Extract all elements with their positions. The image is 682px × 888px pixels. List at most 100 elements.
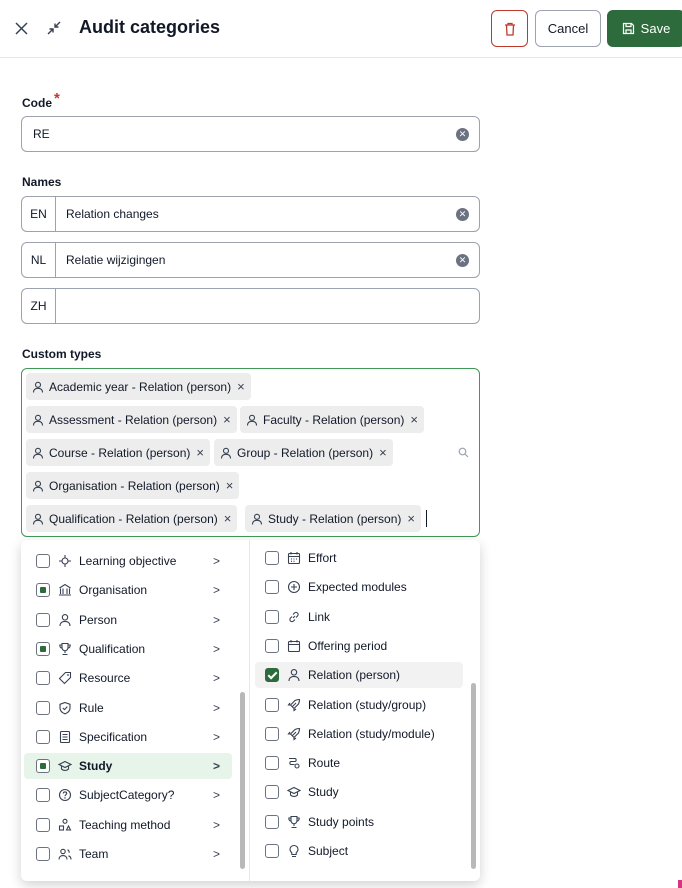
item-label: Offering period bbox=[308, 638, 388, 653]
entity-item[interactable]: Team > bbox=[24, 841, 232, 867]
type-chip: Organisation - Relation (person) × bbox=[26, 472, 240, 499]
name-field-en[interactable]: EN Relation changes ✕ bbox=[21, 196, 480, 232]
person-icon bbox=[32, 513, 44, 525]
custom-types-multiselect[interactable]: Academic year - Relation (person) × Asse… bbox=[21, 368, 480, 537]
checkbox[interactable] bbox=[265, 609, 279, 624]
checkbox[interactable] bbox=[265, 756, 279, 771]
remove-chip-icon[interactable]: × bbox=[196, 445, 204, 460]
building-icon bbox=[58, 583, 72, 597]
link-icon bbox=[287, 610, 301, 624]
checkbox[interactable] bbox=[265, 785, 279, 800]
top-bar: Audit categories Cancel Save bbox=[0, 0, 682, 58]
entity-item[interactable]: Organisation > bbox=[24, 577, 232, 603]
checkbox[interactable] bbox=[265, 844, 279, 858]
page-title: Audit categories bbox=[79, 17, 221, 37]
entity-item[interactable]: Rule > bbox=[24, 695, 232, 721]
attribute-item[interactable]: Effort bbox=[255, 545, 463, 571]
attribute-item[interactable]: Link bbox=[255, 604, 463, 630]
cancel-button[interactable]: Cancel bbox=[535, 10, 601, 47]
checkbox[interactable] bbox=[265, 668, 279, 683]
code-field[interactable]: RE ✕ bbox=[21, 116, 480, 152]
attribute-item[interactable]: Study bbox=[255, 779, 463, 805]
checkbox[interactable] bbox=[36, 759, 50, 774]
chip-label: Group - Relation (person) bbox=[237, 445, 374, 460]
person-icon bbox=[220, 447, 232, 459]
item-label: Rule bbox=[79, 700, 104, 715]
remove-chip-icon[interactable]: × bbox=[379, 445, 387, 460]
remove-chip-icon[interactable]: × bbox=[226, 478, 234, 493]
person-icon bbox=[32, 414, 44, 426]
search-icon bbox=[458, 447, 469, 458]
entity-item[interactable]: Specification > bbox=[24, 724, 232, 750]
name-field-nl[interactable]: NL Relatie wijzigingen ✕ bbox=[21, 242, 480, 278]
chevron-right-icon[interactable]: > bbox=[213, 730, 220, 744]
checkbox[interactable] bbox=[36, 671, 50, 686]
chevron-right-icon[interactable]: > bbox=[213, 759, 220, 773]
item-label: Study bbox=[308, 785, 339, 800]
chevron-right-icon[interactable]: > bbox=[213, 671, 220, 685]
collapse-icon[interactable] bbox=[45, 19, 63, 37]
entity-item[interactable]: Teaching method > bbox=[24, 812, 232, 838]
rocket-icon bbox=[287, 727, 301, 741]
remove-chip-icon[interactable]: × bbox=[223, 412, 231, 427]
attribute-item[interactable]: Relation (person) bbox=[255, 662, 463, 689]
checkbox[interactable] bbox=[36, 583, 50, 598]
item-label: Relation (study/module) bbox=[308, 726, 435, 741]
checkbox[interactable] bbox=[265, 814, 279, 829]
chevron-right-icon[interactable]: > bbox=[213, 701, 220, 715]
attribute-item[interactable]: Offering period bbox=[255, 633, 463, 659]
entity-list-scrollbar[interactable] bbox=[240, 692, 245, 869]
entity-item[interactable]: Resource > bbox=[24, 665, 232, 691]
checkbox[interactable] bbox=[36, 641, 50, 656]
chevron-right-icon[interactable]: > bbox=[213, 642, 220, 656]
save-button[interactable]: Save bbox=[607, 10, 682, 47]
clear-icon[interactable]: ✕ bbox=[456, 254, 469, 267]
chevron-right-icon[interactable]: > bbox=[213, 788, 220, 802]
chip-label: Assessment - Relation (person) bbox=[49, 412, 218, 427]
name-field-zh[interactable]: ZH bbox=[21, 288, 480, 324]
remove-chip-icon[interactable]: × bbox=[407, 511, 415, 526]
clear-icon[interactable]: ✕ bbox=[456, 208, 469, 221]
remove-chip-icon[interactable]: × bbox=[410, 412, 418, 427]
names-label: Names bbox=[22, 175, 62, 189]
chevron-right-icon[interactable]: > bbox=[213, 818, 220, 832]
checkbox[interactable] bbox=[36, 729, 50, 744]
chevron-right-icon[interactable]: > bbox=[213, 554, 220, 568]
language-code: EN bbox=[22, 197, 56, 231]
checkbox[interactable] bbox=[265, 697, 279, 712]
entity-item[interactable]: SubjectCategory? > bbox=[24, 782, 232, 808]
attribute-item[interactable]: Relation (study/module) bbox=[255, 721, 463, 747]
person-icon bbox=[32, 381, 44, 393]
checkbox[interactable] bbox=[265, 580, 279, 595]
checkbox[interactable] bbox=[36, 612, 50, 627]
checkbox[interactable] bbox=[36, 554, 50, 568]
checkbox[interactable] bbox=[265, 726, 279, 741]
attribute-item[interactable]: Relation (study/group) bbox=[255, 692, 463, 718]
checkbox[interactable] bbox=[36, 788, 50, 803]
code-label-text: Code bbox=[22, 96, 52, 110]
attribute-item[interactable]: Route bbox=[255, 750, 463, 776]
attribute-list-scrollbar[interactable] bbox=[471, 683, 476, 869]
trophy-icon bbox=[287, 815, 301, 829]
entity-item[interactable]: Qualification > bbox=[24, 636, 232, 662]
delete-button[interactable] bbox=[491, 10, 528, 47]
close-icon[interactable] bbox=[12, 19, 30, 37]
remove-chip-icon[interactable]: × bbox=[237, 379, 245, 394]
chevron-right-icon[interactable]: > bbox=[213, 847, 220, 861]
remove-chip-icon[interactable]: × bbox=[224, 511, 232, 526]
chevron-right-icon[interactable]: > bbox=[213, 583, 220, 597]
attribute-item[interactable]: Subject bbox=[255, 838, 463, 864]
chevron-right-icon[interactable]: > bbox=[213, 613, 220, 627]
question-circle-icon bbox=[58, 788, 72, 802]
checkbox[interactable] bbox=[36, 700, 50, 715]
clear-icon[interactable]: ✕ bbox=[456, 128, 469, 141]
checkbox[interactable] bbox=[265, 638, 279, 653]
attribute-item[interactable]: Expected modules bbox=[255, 574, 463, 600]
checkbox[interactable] bbox=[36, 817, 50, 832]
entity-item[interactable]: Study > bbox=[24, 753, 232, 780]
entity-item[interactable]: Person > bbox=[24, 607, 232, 633]
entity-item[interactable]: Learning objective > bbox=[24, 548, 232, 574]
checkbox[interactable] bbox=[36, 847, 50, 861]
attribute-item[interactable]: Study points bbox=[255, 809, 463, 835]
checkbox[interactable] bbox=[265, 551, 279, 565]
